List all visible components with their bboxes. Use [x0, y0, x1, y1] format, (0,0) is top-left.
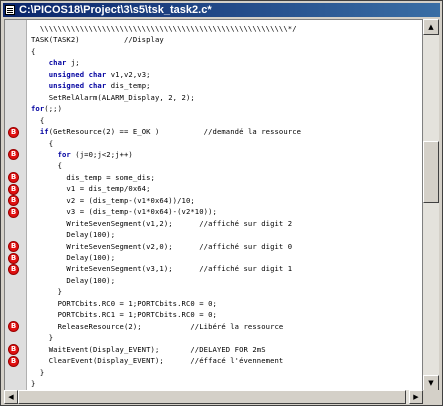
- breakpoint-icon[interactable]: B: [8, 195, 19, 207]
- scroll-left-button[interactable]: ◀: [4, 390, 18, 404]
- horizontal-scrollbar[interactable]: ◀ ▶: [4, 390, 423, 404]
- code-line[interactable]: PORTCbits.RC1 = 1;PORTCbits.RC0 = 0;: [31, 309, 217, 321]
- code-line[interactable]: unsigned char dis_temp;: [31, 80, 151, 92]
- editor-window: C:\PICOS18\Project\3\s5\tsk_task2.c* BBB…: [0, 0, 443, 406]
- code-line[interactable]: }: [31, 367, 44, 379]
- breakpoint-icon[interactable]: B: [8, 241, 19, 253]
- code-line[interactable]: ReleaseResource(2); //Libéré la ressourc…: [31, 321, 284, 333]
- breakpoint-icon[interactable]: B: [8, 252, 19, 264]
- code-line[interactable]: v1 = dis_temp/0x64;: [31, 183, 151, 195]
- code-line[interactable]: Delay(100);: [31, 229, 115, 241]
- scroll-up-button[interactable]: ▲: [423, 19, 439, 35]
- code-area[interactable]: \\\\\\\\\\\\\\\\\\\\\\\\\\\\\\\\\\\\\\\\…: [31, 20, 422, 390]
- keyword: if: [39, 127, 49, 137]
- title-bar[interactable]: C:\PICOS18\Project\3\s5\tsk_task2.c*: [3, 3, 440, 17]
- keyword: char: [48, 58, 67, 68]
- vertical-scroll-thumb[interactable]: [423, 140, 439, 203]
- code-line[interactable]: WriteSevenSegment(v3,1); //affiché sur d…: [31, 263, 292, 275]
- code-line[interactable]: for (j=0;j<2;j++): [31, 149, 133, 161]
- keyword: unsigned: [48, 81, 85, 91]
- code-line[interactable]: for(;;): [31, 103, 62, 115]
- code-line[interactable]: WriteSevenSegment(v1,2); //affiché sur d…: [31, 218, 292, 230]
- code-line[interactable]: }: [31, 332, 53, 344]
- breakpoint-icon[interactable]: B: [8, 126, 19, 138]
- code-line[interactable]: Delay(100);: [31, 252, 115, 264]
- code-line[interactable]: {: [31, 160, 62, 172]
- code-line[interactable]: {: [31, 138, 53, 150]
- breakpoint-icon[interactable]: B: [8, 355, 19, 367]
- horizontal-scroll-thumb[interactable]: [18, 390, 406, 404]
- breakpoint-icon[interactable]: B: [8, 183, 19, 195]
- keyword: for: [57, 149, 71, 159]
- breakpoint-icon[interactable]: B: [8, 344, 19, 356]
- code-line[interactable]: ClearEvent(Display_EVENT); //éffacé l'év…: [31, 355, 284, 367]
- code-line[interactable]: PORTCbits.RC0 = 1;PORTCbits.RC0 = 0;: [31, 298, 217, 310]
- window-title: C:\PICOS18\Project\3\s5\tsk_task2.c*: [19, 4, 212, 16]
- code-line[interactable]: WaitEvent(Display_EVENT); //DELAYED FOR …: [31, 344, 266, 356]
- breakpoint-icon[interactable]: B: [8, 172, 19, 184]
- code-line[interactable]: WriteSevenSegment(v2,0); //affiché sur d…: [31, 241, 292, 253]
- breakpoint-icon[interactable]: B: [8, 263, 19, 275]
- code-line[interactable]: {: [31, 115, 44, 127]
- code-line[interactable]: SetRelAlarm(ALARM_Display, 2, 2);: [31, 92, 195, 104]
- code-line[interactable]: {: [31, 46, 35, 58]
- breakpoint-icon[interactable]: B: [8, 149, 19, 161]
- code-line[interactable]: if(GetResource(2) == E_OK ) //demandé la…: [31, 126, 301, 138]
- keyword: char: [88, 81, 107, 91]
- code-line[interactable]: }: [31, 286, 62, 298]
- code-line[interactable]: \\\\\\\\\\\\\\\\\\\\\\\\\\\\\\\\\\\\\\\\…: [31, 23, 297, 35]
- code-line[interactable]: v2 = (dis_temp-(v1*0x64))/10;: [31, 195, 195, 207]
- document-icon: [5, 5, 15, 15]
- code-line[interactable]: char j;: [31, 57, 80, 69]
- scroll-right-button[interactable]: ▶: [409, 390, 423, 404]
- code-line[interactable]: dis_temp = some_dis;: [31, 172, 155, 184]
- code-line[interactable]: TASK(TASK2) //Display: [31, 34, 164, 46]
- code-line[interactable]: v3 = (dis_temp-(v1*0x64)-(v2*10));: [31, 206, 217, 218]
- vertical-scrollbar[interactable]: ▲ ▼: [423, 19, 439, 391]
- code-line[interactable]: unsigned char v1,v2,v3;: [31, 69, 151, 81]
- breakpoint-gutter[interactable]: BBBBBBBBBBBB: [5, 20, 27, 390]
- resize-grip[interactable]: [423, 390, 439, 404]
- breakpoint-icon[interactable]: B: [8, 321, 19, 333]
- keyword: char: [88, 69, 107, 79]
- keyword: for: [31, 104, 45, 114]
- code-line[interactable]: Delay(100);: [31, 275, 115, 287]
- code-editor[interactable]: BBBBBBBBBBBB \\\\\\\\\\\\\\\\\\\\\\\\\\\…: [4, 19, 423, 391]
- keyword: unsigned: [48, 69, 85, 79]
- scroll-down-button[interactable]: ▼: [423, 375, 439, 391]
- code-line[interactable]: }: [31, 378, 35, 390]
- breakpoint-icon[interactable]: B: [8, 206, 19, 218]
